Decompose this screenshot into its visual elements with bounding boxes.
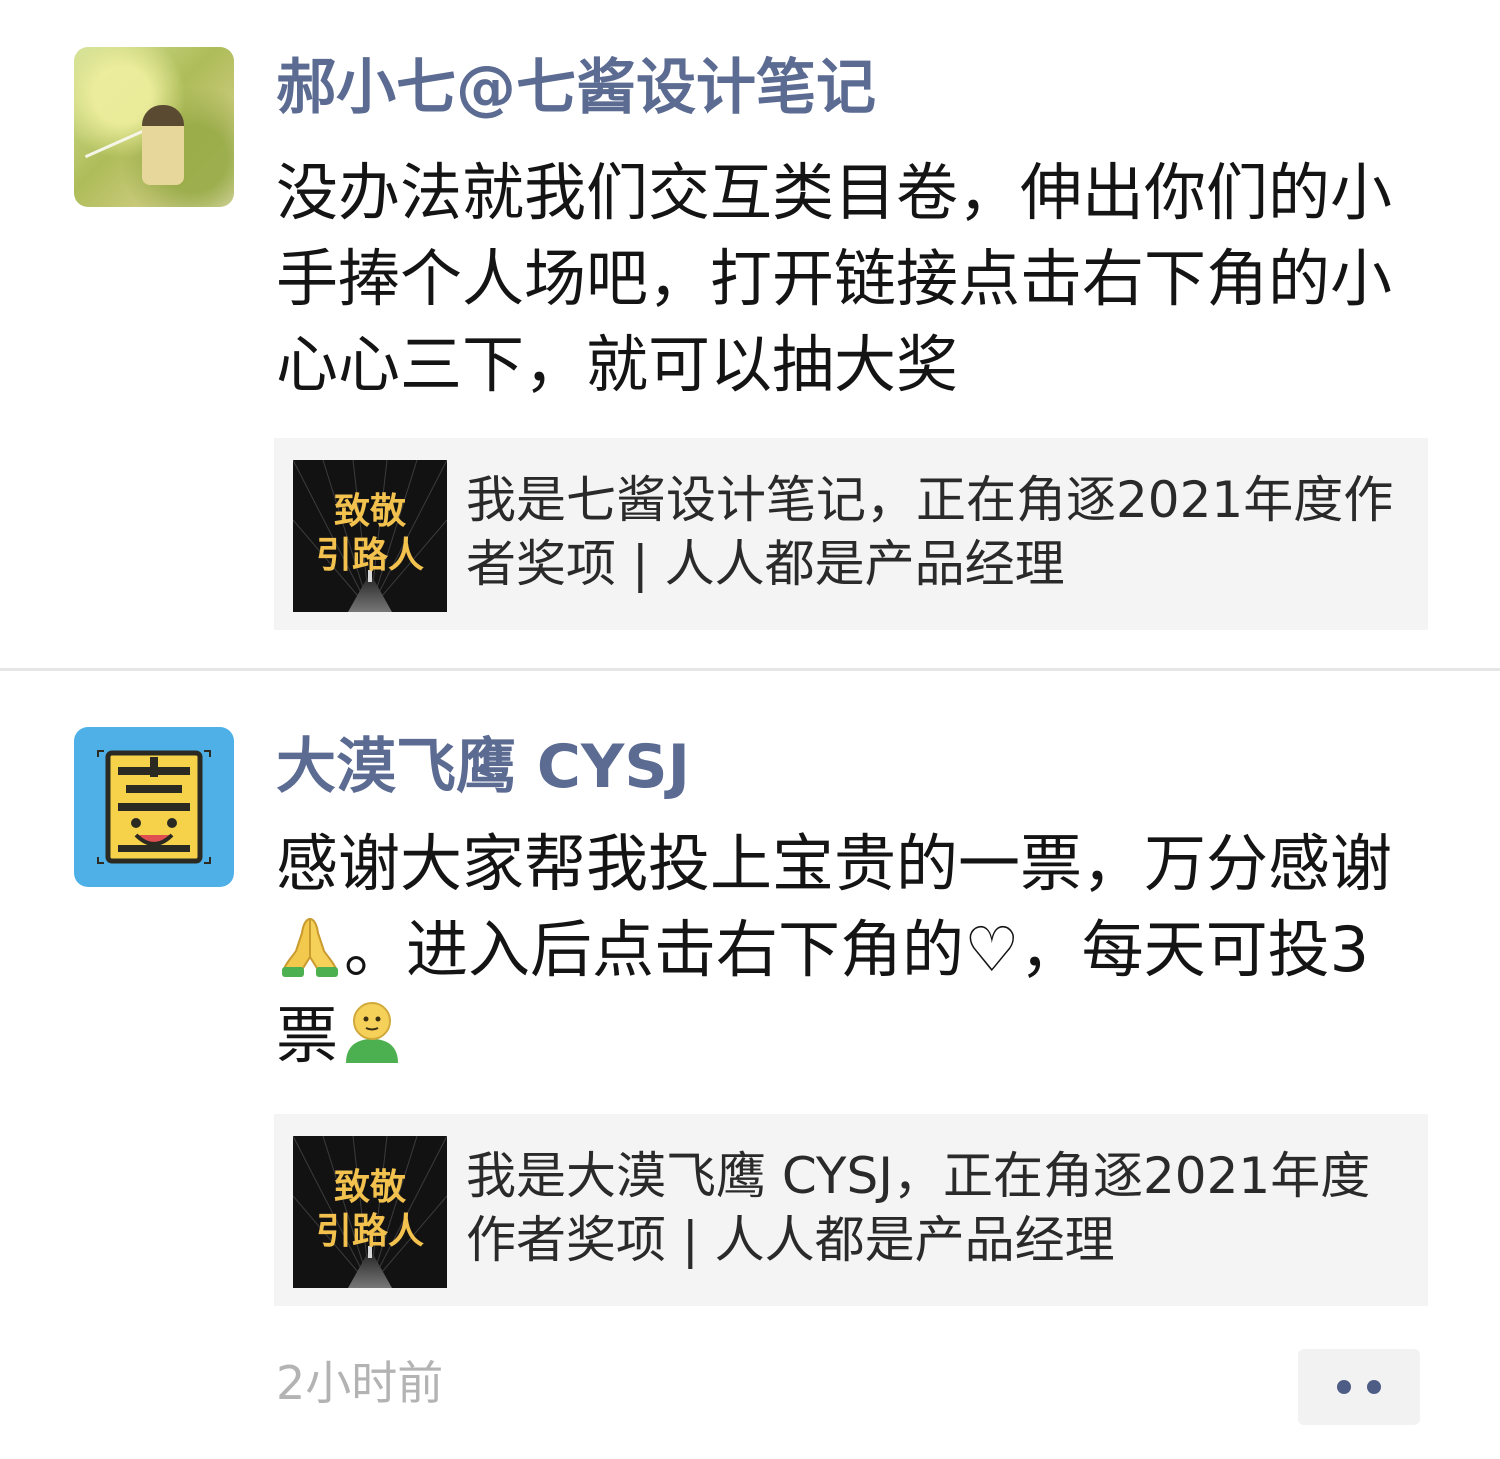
username[interactable]: 大漠飞鹰 CYSJ <box>276 727 690 807</box>
username[interactable]: 郝小七@七酱设计笔记 <box>276 48 876 128</box>
xi-character-icon <box>97 750 211 864</box>
more-dots-icon <box>1337 1380 1351 1394</box>
comment-item: 郝小七@七酱设计笔记 没办法就我们交互类目卷，伸出你们的小手捧个人场吧，打开链接… <box>0 0 1500 668</box>
comment-feed: 郝小七@七酱设计笔记 没办法就我们交互类目卷，伸出你们的小手捧个人场吧，打开链接… <box>0 0 1500 1459</box>
person-emoji-icon <box>338 997 406 1065</box>
link-thumbnail: 致敬 引路人 <box>293 460 447 612</box>
avatar[interactable] <box>74 47 234 207</box>
comment-text: 感谢大家帮我投上宝贵的一票，万分感谢 。进入后点击右下角的♡，每天可投3票 <box>276 821 1416 1079</box>
folded-hands-emoji-icon <box>276 911 344 979</box>
more-button[interactable] <box>1298 1349 1420 1425</box>
photo-person <box>142 105 184 185</box>
thumbnail-text-line2: 引路人 <box>315 535 424 576</box>
comment-text-part: 感谢大家帮我投上宝贵的一票，万分感谢 <box>276 827 1393 900</box>
thumbnail-text-line2: 引路人 <box>315 1211 424 1252</box>
link-title: 我是七酱设计笔记，正在角逐2021年度作者奖项 | 人人都是产品经理 <box>466 471 1394 593</box>
link-title: 我是大漠飞鹰 CYSJ，正在角逐2021年度作者奖项 | 人人都是产品经理 <box>466 1147 1371 1269</box>
more-dots-icon <box>1367 1380 1381 1394</box>
thumbnail-text-line1: 致敬 <box>333 491 406 532</box>
link-card[interactable]: 致敬 引路人 我是七酱设计笔记，正在角逐2021年度作者奖项 | 人人都是产品经… <box>274 438 1428 630</box>
link-thumbnail: 致敬 引路人 <box>293 1136 447 1288</box>
link-card[interactable]: 致敬 引路人 我是大漠飞鹰 CYSJ，正在角逐2021年度作者奖项 | 人人都是… <box>274 1114 1428 1306</box>
heart-icon: ♡ <box>964 913 1020 986</box>
timestamp: 2小时前 <box>276 1356 444 1410</box>
comment-item: 大漠飞鹰 CYSJ 感谢大家帮我投上宝贵的一票，万分感谢 。进入后点击右下角的♡… <box>0 671 1500 1459</box>
thumbnail-text-line1: 致敬 <box>333 1167 406 1208</box>
comment-text: 没办法就我们交互类目卷，伸出你们的小手捧个人场吧，打开链接点击右下角的小心心三下… <box>276 156 1393 401</box>
comment-text-part: 。进入后点击右下角的 <box>344 913 965 986</box>
avatar[interactable] <box>74 727 234 887</box>
